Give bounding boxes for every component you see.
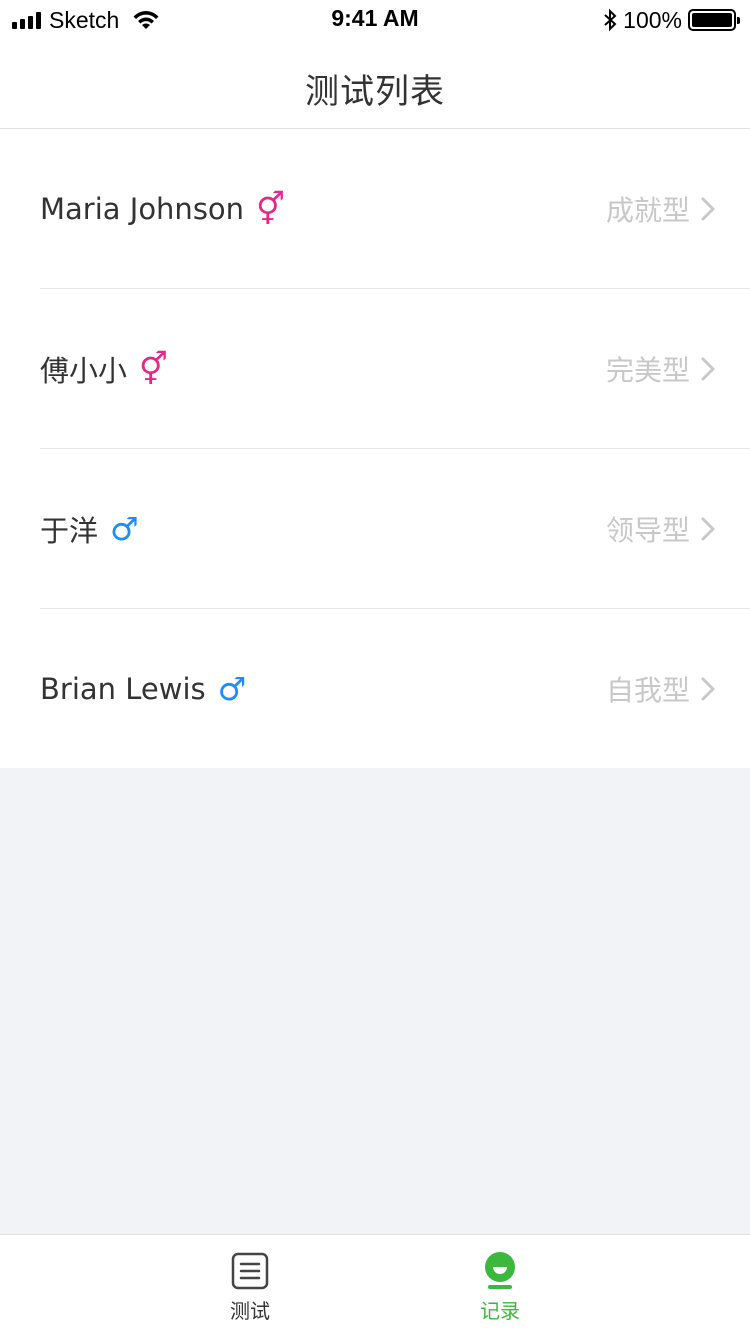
tab-record[interactable]: 记录 (440, 1235, 560, 1334)
person-name: Maria Johnson (40, 192, 245, 226)
page-title: 测试列表 (305, 72, 445, 112)
chevron-right-icon (701, 677, 715, 701)
list-item[interactable]: 于洋 ♂ 领导型 (0, 449, 750, 609)
male-symbol-icon: ♂ (217, 670, 247, 708)
personality-type: 完美型 (605, 354, 690, 387)
battery-icon (688, 9, 740, 31)
tab-label: 测试 (230, 1299, 270, 1323)
tab-bar: 测试 记录 (0, 1234, 750, 1334)
female-symbol-icon: ⚥ (256, 190, 285, 228)
personality-type: 成就型 (605, 194, 690, 227)
list-document-icon (231, 1252, 269, 1290)
list-item[interactable]: Maria Johnson ⚥ 成就型 (0, 129, 750, 289)
person-name: 于洋 (40, 514, 99, 548)
navigation-bar: 测试列表 (0, 40, 750, 129)
person-name: 傅小小 (40, 354, 128, 388)
tab-test[interactable]: 测试 (190, 1235, 310, 1334)
chevron-right-icon (701, 357, 715, 381)
female-symbol-icon: ⚥ (139, 350, 168, 388)
tab-label: 记录 (480, 1299, 520, 1323)
record-icon (485, 1252, 515, 1289)
list-item[interactable]: 傅小小 ⚥ 完美型 (0, 289, 750, 449)
status-right: 100% (603, 6, 740, 34)
personality-type: 自我型 (605, 674, 690, 707)
chevron-right-icon (701, 197, 715, 221)
chevron-right-icon (701, 517, 715, 541)
battery-percentage: 100% (623, 6, 682, 33)
male-symbol-icon: ♂ (110, 510, 139, 548)
person-name: Brian Lewis (40, 672, 206, 706)
status-bar: Sketch 9:41 AM 100% (0, 0, 750, 40)
list-item[interactable]: Brian Lewis ♂ 自我型 (0, 609, 750, 769)
record-list: Maria Johnson ⚥ 成就型 傅小小 ⚥ 完美型 于洋 ♂ 领导型 B… (0, 129, 750, 768)
bluetooth-icon (604, 8, 617, 32)
personality-type: 领导型 (605, 514, 690, 547)
